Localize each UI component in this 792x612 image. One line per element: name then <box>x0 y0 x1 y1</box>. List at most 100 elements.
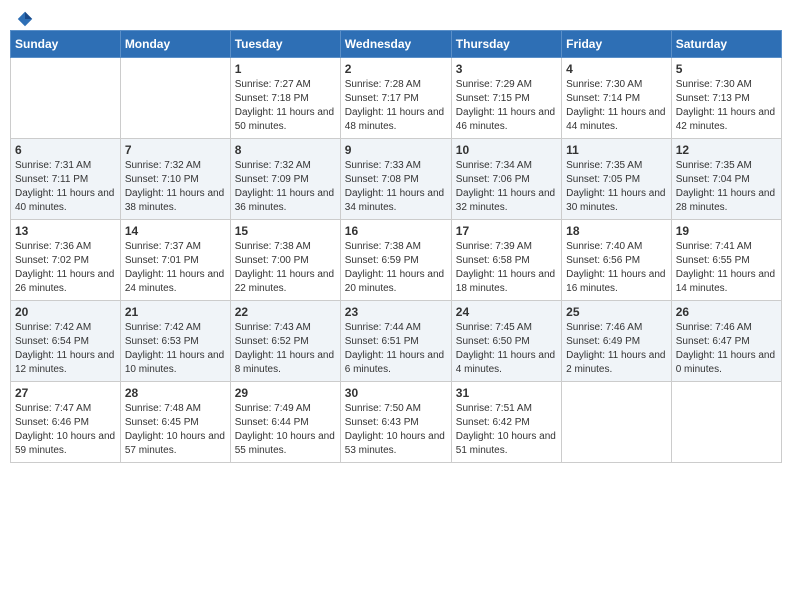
day-number: 30 <box>345 386 447 400</box>
week-row-4: 20 Sunrise: 7:42 AMSunset: 6:54 PMDayligh… <box>11 301 782 382</box>
calendar-cell-w2-d4: 10 Sunrise: 7:34 AMSunset: 7:06 PMDayligh… <box>451 139 561 220</box>
calendar-cell-w4-d0: 20 Sunrise: 7:42 AMSunset: 6:54 PMDayligh… <box>11 301 121 382</box>
day-number: 14 <box>125 224 226 238</box>
day-number: 26 <box>676 305 777 319</box>
logo-icon <box>16 10 34 28</box>
day-number: 8 <box>235 143 336 157</box>
day-info: Sunrise: 7:42 AMSunset: 6:54 PMDaylight:… <box>15 321 116 377</box>
day-info: Sunrise: 7:32 AMSunset: 7:10 PMDaylight:… <box>125 159 226 215</box>
week-row-3: 13 Sunrise: 7:36 AMSunset: 7:02 PMDayligh… <box>11 220 782 301</box>
day-info: Sunrise: 7:47 AMSunset: 6:46 PMDaylight:… <box>15 402 116 458</box>
day-info: Sunrise: 7:46 AMSunset: 6:47 PMDaylight:… <box>676 321 777 377</box>
day-number: 31 <box>456 386 557 400</box>
day-number: 3 <box>456 62 557 76</box>
day-info: Sunrise: 7:38 AMSunset: 7:00 PMDaylight:… <box>235 240 336 296</box>
calendar-cell-w3-d1: 14 Sunrise: 7:37 AMSunset: 7:01 PMDayligh… <box>120 220 230 301</box>
calendar-cell-w5-d5 <box>562 382 672 463</box>
calendar-cell-w1-d6: 5 Sunrise: 7:30 AMSunset: 7:13 PMDaylight… <box>671 58 781 139</box>
day-info: Sunrise: 7:41 AMSunset: 6:55 PMDaylight:… <box>676 240 777 296</box>
day-number: 20 <box>15 305 116 319</box>
day-number: 27 <box>15 386 116 400</box>
calendar-cell-w1-d1 <box>120 58 230 139</box>
calendar-cell-w2-d5: 11Sunrise: 7:35 AMSunset: 7:05 PMDayligh… <box>562 139 672 220</box>
calendar-cell-w2-d1: 7 Sunrise: 7:32 AMSunset: 7:10 PMDaylight… <box>120 139 230 220</box>
day-info: Sunrise: 7:35 AMSunset: 7:05 PMDaylight:… <box>566 159 667 215</box>
day-info: Sunrise: 7:34 AMSunset: 7:06 PMDaylight:… <box>456 159 557 215</box>
weekday-header-monday: Monday <box>120 31 230 58</box>
day-number: 5 <box>676 62 777 76</box>
calendar-cell-w5-d1: 28 Sunrise: 7:48 AMSunset: 6:45 PMDayligh… <box>120 382 230 463</box>
day-number: 22 <box>235 305 336 319</box>
day-info: Sunrise: 7:50 AMSunset: 6:43 PMDaylight:… <box>345 402 447 458</box>
day-number: 29 <box>235 386 336 400</box>
calendar-cell-w3-d4: 17 Sunrise: 7:39 AMSunset: 6:58 PMDayligh… <box>451 220 561 301</box>
calendar-cell-w5-d3: 30 Sunrise: 7:50 AMSunset: 6:43 PMDayligh… <box>340 382 451 463</box>
day-number: 15 <box>235 224 336 238</box>
week-row-1: 1 Sunrise: 7:27 AMSunset: 7:18 PMDaylight… <box>11 58 782 139</box>
weekday-header-friday: Friday <box>562 31 672 58</box>
day-number: 16 <box>345 224 447 238</box>
calendar-cell-w4-d2: 22 Sunrise: 7:43 AMSunset: 6:52 PMDayligh… <box>230 301 340 382</box>
day-number: 9 <box>345 143 447 157</box>
day-info: Sunrise: 7:31 AMSunset: 7:11 PMDaylight:… <box>15 159 116 215</box>
day-info: Sunrise: 7:36 AMSunset: 7:02 PMDaylight:… <box>15 240 116 296</box>
day-number: 13 <box>15 224 116 238</box>
calendar-cell-w2-d2: 8 Sunrise: 7:32 AMSunset: 7:09 PMDaylight… <box>230 139 340 220</box>
weekday-header-row: SundayMondayTuesdayWednesdayThursdayFrid… <box>11 31 782 58</box>
day-info: Sunrise: 7:43 AMSunset: 6:52 PMDaylight:… <box>235 321 336 377</box>
weekday-header-sunday: Sunday <box>11 31 121 58</box>
day-number: 18 <box>566 224 667 238</box>
calendar-cell-w1-d5: 4 Sunrise: 7:30 AMSunset: 7:14 PMDaylight… <box>562 58 672 139</box>
day-info: Sunrise: 7:35 AMSunset: 7:04 PMDaylight:… <box>676 159 777 215</box>
calendar-cell-w1-d2: 1 Sunrise: 7:27 AMSunset: 7:18 PMDaylight… <box>230 58 340 139</box>
calendar-cell-w3-d5: 18Sunrise: 7:40 AMSunset: 6:56 PMDayligh… <box>562 220 672 301</box>
calendar-cell-w5-d2: 29Sunrise: 7:49 AMSunset: 6:44 PMDayligh… <box>230 382 340 463</box>
calendar-cell-w1-d0 <box>11 58 121 139</box>
weekday-header-wednesday: Wednesday <box>340 31 451 58</box>
calendar-cell-w5-d4: 31 Sunrise: 7:51 AMSunset: 6:42 PMDayligh… <box>451 382 561 463</box>
weekday-header-thursday: Thursday <box>451 31 561 58</box>
calendar-cell-w3-d0: 13 Sunrise: 7:36 AMSunset: 7:02 PMDayligh… <box>11 220 121 301</box>
day-number: 25 <box>566 305 667 319</box>
day-info: Sunrise: 7:51 AMSunset: 6:42 PMDaylight:… <box>456 402 557 458</box>
day-info: Sunrise: 7:42 AMSunset: 6:53 PMDaylight:… <box>125 321 226 377</box>
day-number: 12 <box>676 143 777 157</box>
day-info: Sunrise: 7:48 AMSunset: 6:45 PMDaylight:… <box>125 402 226 458</box>
day-info: Sunrise: 7:38 AMSunset: 6:59 PMDaylight:… <box>345 240 447 296</box>
calendar-cell-w1-d3: 2 Sunrise: 7:28 AMSunset: 7:17 PMDaylight… <box>340 58 451 139</box>
day-info: Sunrise: 7:46 AMSunset: 6:49 PMDaylight:… <box>566 321 667 377</box>
page-header <box>10 10 782 22</box>
day-number: 2 <box>345 62 447 76</box>
day-info: Sunrise: 7:30 AMSunset: 7:14 PMDaylight:… <box>566 78 667 134</box>
day-number: 19 <box>676 224 777 238</box>
day-number: 1 <box>235 62 336 76</box>
calendar-table: SundayMondayTuesdayWednesdayThursdayFrid… <box>10 30 782 463</box>
day-info: Sunrise: 7:28 AMSunset: 7:17 PMDaylight:… <box>345 78 447 134</box>
calendar-cell-w2-d3: 9 Sunrise: 7:33 AMSunset: 7:08 PMDaylight… <box>340 139 451 220</box>
day-number: 10 <box>456 143 557 157</box>
day-number: 17 <box>456 224 557 238</box>
day-number: 28 <box>125 386 226 400</box>
calendar-cell-w3-d6: 19 Sunrise: 7:41 AMSunset: 6:55 PMDayligh… <box>671 220 781 301</box>
calendar-cell-w1-d4: 3 Sunrise: 7:29 AMSunset: 7:15 PMDaylight… <box>451 58 561 139</box>
day-info: Sunrise: 7:33 AMSunset: 7:08 PMDaylight:… <box>345 159 447 215</box>
calendar-cell-w4-d4: 24Sunrise: 7:45 AMSunset: 6:50 PMDayligh… <box>451 301 561 382</box>
day-number: 24 <box>456 305 557 319</box>
day-info: Sunrise: 7:44 AMSunset: 6:51 PMDaylight:… <box>345 321 447 377</box>
week-row-2: 6 Sunrise: 7:31 AMSunset: 7:11 PMDaylight… <box>11 139 782 220</box>
week-row-5: 27 Sunrise: 7:47 AMSunset: 6:46 PMDayligh… <box>11 382 782 463</box>
day-info: Sunrise: 7:30 AMSunset: 7:13 PMDaylight:… <box>676 78 777 134</box>
day-info: Sunrise: 7:37 AMSunset: 7:01 PMDaylight:… <box>125 240 226 296</box>
day-number: 6 <box>15 143 116 157</box>
day-info: Sunrise: 7:29 AMSunset: 7:15 PMDaylight:… <box>456 78 557 134</box>
logo <box>14 10 34 22</box>
calendar-cell-w2-d0: 6 Sunrise: 7:31 AMSunset: 7:11 PMDaylight… <box>11 139 121 220</box>
day-number: 7 <box>125 143 226 157</box>
calendar-cell-w4-d3: 23Sunrise: 7:44 AMSunset: 6:51 PMDayligh… <box>340 301 451 382</box>
day-number: 4 <box>566 62 667 76</box>
calendar-cell-w2-d6: 12 Sunrise: 7:35 AMSunset: 7:04 PMDayligh… <box>671 139 781 220</box>
day-info: Sunrise: 7:39 AMSunset: 6:58 PMDaylight:… <box>456 240 557 296</box>
day-info: Sunrise: 7:32 AMSunset: 7:09 PMDaylight:… <box>235 159 336 215</box>
day-info: Sunrise: 7:27 AMSunset: 7:18 PMDaylight:… <box>235 78 336 134</box>
calendar-cell-w4-d1: 21Sunrise: 7:42 AMSunset: 6:53 PMDayligh… <box>120 301 230 382</box>
